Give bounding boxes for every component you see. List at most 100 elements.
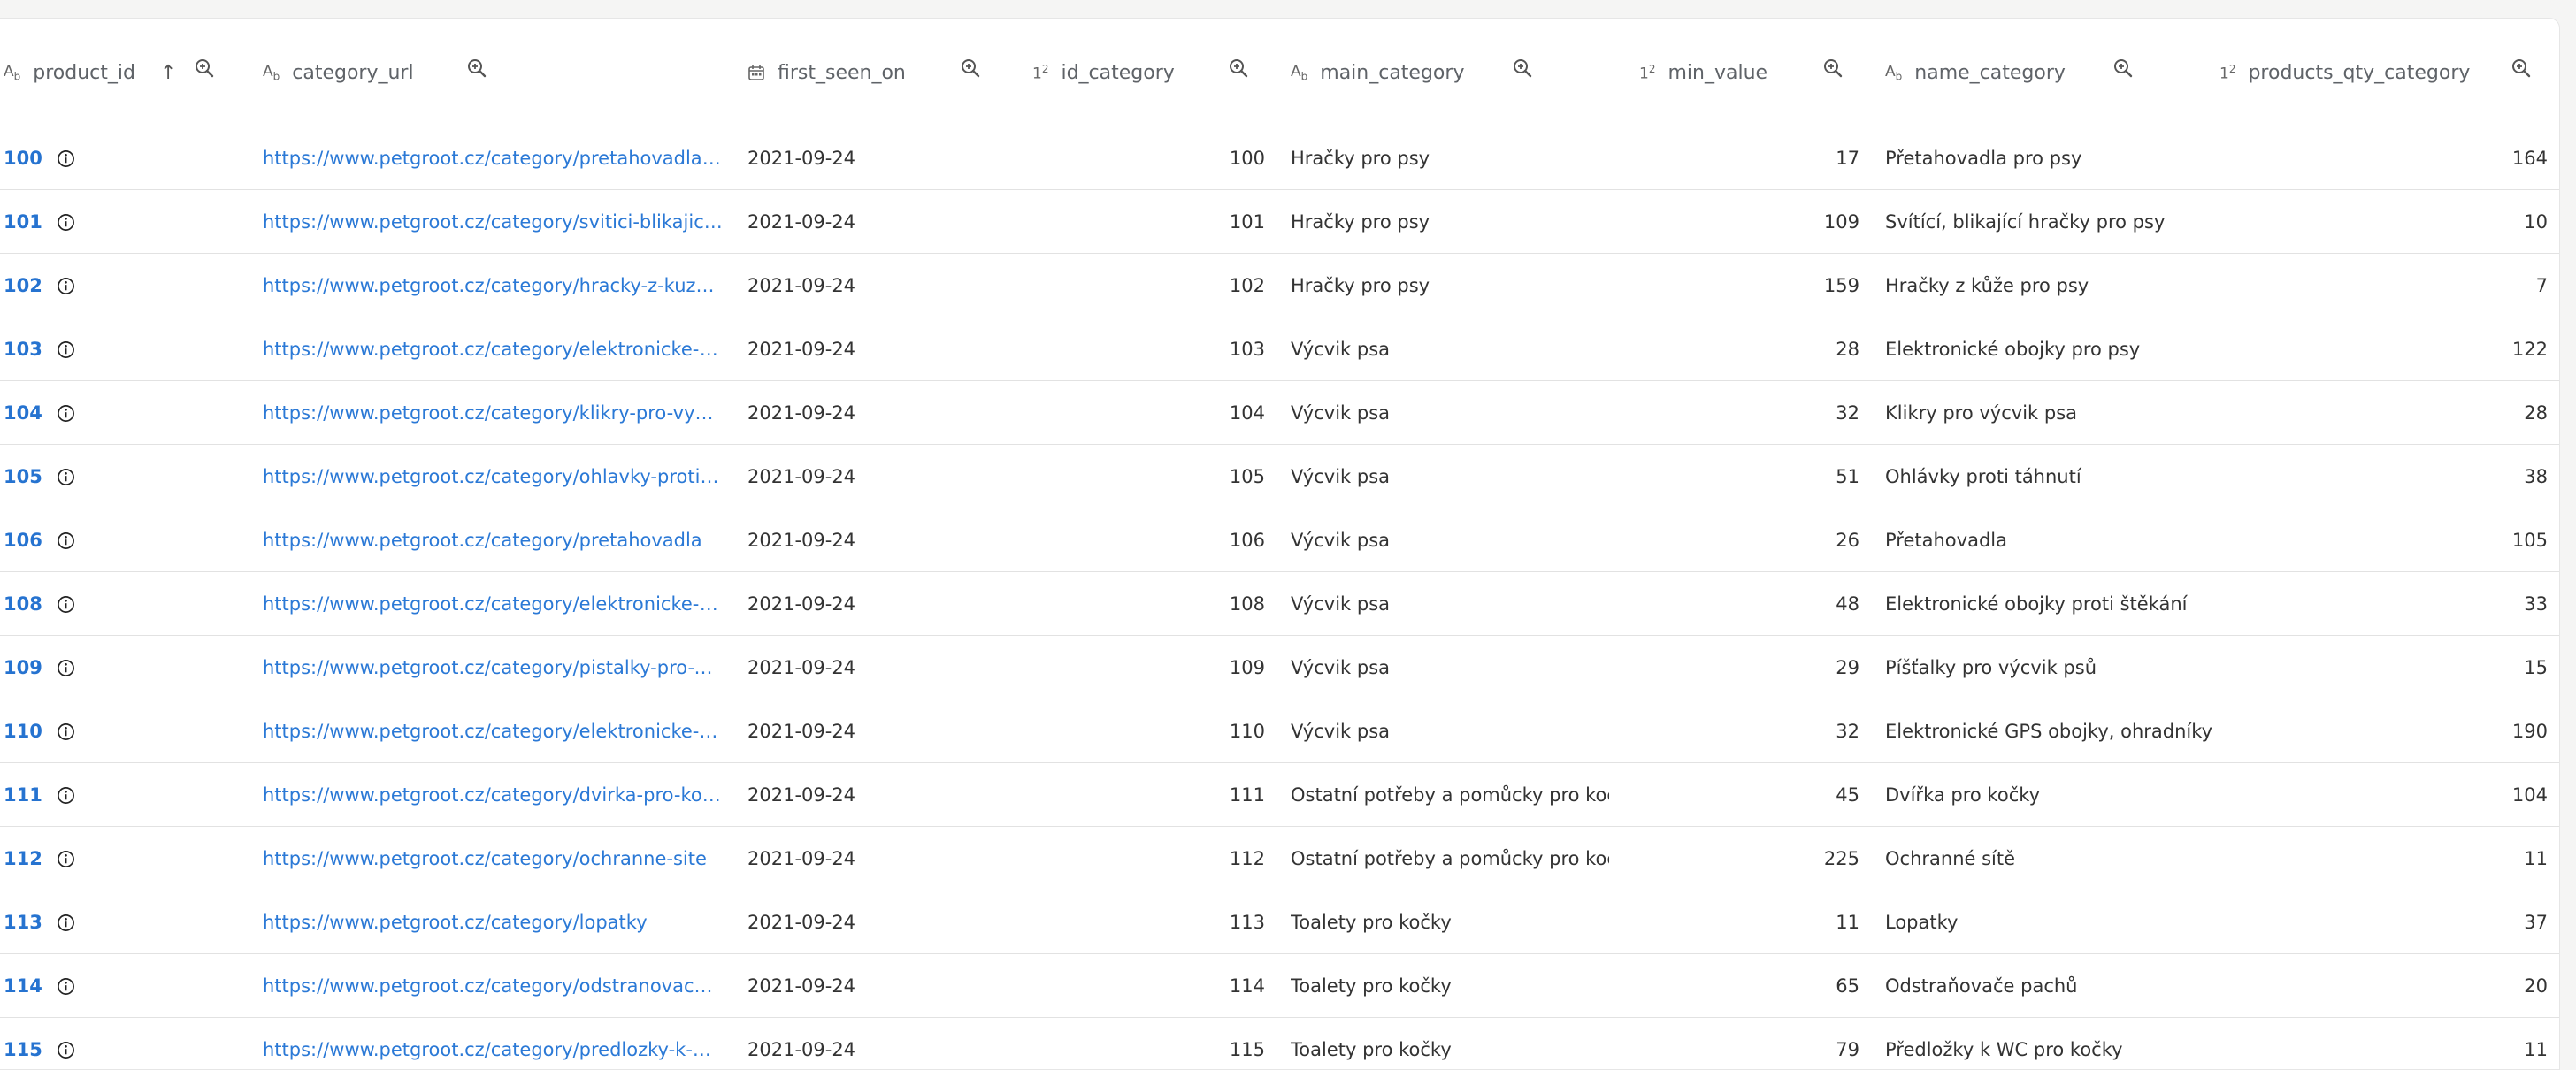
info-icon[interactable] (57, 340, 75, 359)
table-row[interactable]: 114 https://www.petgroot.cz/category/odst… (0, 954, 2559, 1018)
table-row[interactable]: 108 https://www.petgroot.cz/category/elek… (0, 572, 2559, 636)
category-url-link[interactable]: https://www.petgroot.cz/category/pretaho… (263, 508, 723, 572)
category-url-link[interactable]: https://www.petgroot.cz/category/lopatky (263, 890, 723, 954)
product-id-cell: 115 (4, 1018, 234, 1069)
column-header-product-id[interactable]: Ab product_id ↑ (4, 19, 176, 126)
table-row[interactable]: 100 https://www.petgroot.cz/category/pret… (0, 126, 2559, 190)
table-row[interactable]: 101 https://www.petgroot.cz/category/svit… (0, 190, 2559, 254)
info-icon[interactable] (57, 913, 75, 932)
column-header-name-category[interactable]: Ab name_category (1885, 19, 2066, 126)
text-type-icon: Ab (4, 62, 21, 83)
first-seen-on-cell: 2021-09-24 (748, 148, 856, 169)
info-icon[interactable] (57, 659, 75, 677)
zoom-in-icon[interactable] (1228, 57, 1249, 79)
first-seen-on-cell: 2021-09-24 (748, 721, 856, 742)
id-category-cell: 104 (1229, 402, 1265, 424)
main-category-cell: Toalety pro kočky (1291, 975, 1452, 997)
min-value-cell: 32 (1836, 402, 1859, 424)
product-id-cell: 106 (4, 508, 234, 572)
min-value-cell: 65 (1836, 975, 1859, 997)
product-id-link[interactable]: 114 (4, 954, 42, 1018)
column-header-first-seen-on[interactable]: first_seen_on (748, 19, 906, 126)
table-row[interactable]: 115 https://www.petgroot.cz/category/pred… (0, 1018, 2559, 1069)
category-url-link[interactable]: https://www.petgroot.cz/category/odstran… (263, 954, 723, 1018)
name-category-cell: Odstraňovače pachů (1885, 975, 2078, 997)
product-id-link[interactable]: 101 (4, 190, 42, 254)
info-icon[interactable] (57, 213, 75, 232)
category-url-link[interactable]: https://www.petgroot.cz/category/elektro… (263, 699, 723, 763)
column-header-min-value[interactable]: 12 min_value (1639, 19, 1767, 126)
category-url-link[interactable]: https://www.petgroot.cz/category/elektro… (263, 572, 723, 636)
table-row[interactable]: 102 https://www.petgroot.cz/category/hrac… (0, 254, 2559, 317)
product-id-link[interactable]: 110 (4, 699, 42, 763)
product-id-cell: 102 (4, 254, 234, 317)
table-row[interactable]: 106 https://www.petgroot.cz/category/pret… (0, 508, 2559, 572)
id-category-cell: 106 (1229, 530, 1265, 551)
product-id-cell: 108 (4, 572, 234, 636)
info-icon[interactable] (57, 786, 75, 805)
product-id-link[interactable]: 104 (4, 381, 42, 445)
category-url-link[interactable]: https://www.petgroot.cz/category/predloz… (263, 1018, 723, 1069)
table-row[interactable]: 113 https://www.petgroot.cz/category/lopa… (0, 890, 2559, 954)
column-header-id-category[interactable]: 12 id_category (1032, 19, 1175, 126)
category-url-link[interactable]: https://www.petgroot.cz/category/ohlavky… (263, 445, 723, 508)
info-icon[interactable] (57, 850, 75, 868)
main-category-cell: Výcvik psa (1291, 466, 1391, 487)
products-qty-category-cell: 7 (2535, 275, 2548, 296)
category-url-link[interactable]: https://www.petgroot.cz/category/pistalk… (263, 636, 723, 699)
category-url-link[interactable]: https://www.petgroot.cz/category/klikry-… (263, 381, 723, 445)
product-id-link[interactable]: 109 (4, 636, 42, 699)
product-id-link[interactable]: 111 (4, 763, 42, 827)
zoom-in-icon[interactable] (194, 57, 215, 79)
zoom-in-icon[interactable] (1822, 57, 1844, 79)
product-id-link[interactable]: 113 (4, 890, 42, 954)
product-id-link[interactable]: 100 (4, 126, 42, 190)
zoom-in-icon[interactable] (466, 57, 487, 79)
info-icon[interactable] (57, 595, 75, 614)
zoom-in-icon[interactable] (1512, 57, 1533, 79)
info-icon[interactable] (57, 531, 75, 550)
info-icon[interactable] (57, 404, 75, 423)
product-id-link[interactable]: 115 (4, 1018, 42, 1069)
category-url-link[interactable]: https://www.petgroot.cz/category/hracky-… (263, 254, 723, 317)
table-row[interactable]: 111 https://www.petgroot.cz/category/dvir… (0, 763, 2559, 827)
zoom-in-icon[interactable] (960, 57, 981, 79)
main-category-cell: Výcvik psa (1291, 402, 1391, 424)
category-url-link[interactable]: https://www.petgroot.cz/category/pretaho… (263, 126, 723, 190)
product-id-cell: 100 (4, 126, 234, 190)
info-icon[interactable] (57, 977, 75, 996)
main-category-cell: Ostatní potřeby a pomůcky pro kočky (1291, 848, 1609, 869)
sort-ascending-icon[interactable]: ↑ (160, 62, 176, 84)
id-category-cell: 103 (1229, 339, 1265, 360)
info-icon[interactable] (57, 149, 75, 168)
info-icon[interactable] (57, 1041, 75, 1059)
product-id-link[interactable]: 106 (4, 508, 42, 572)
table-row[interactable]: 103 https://www.petgroot.cz/category/elek… (0, 317, 2559, 381)
info-icon[interactable] (57, 468, 75, 486)
category-url-link[interactable]: https://www.petgroot.cz/category/ochrann… (263, 827, 723, 890)
zoom-in-icon[interactable] (2511, 57, 2532, 79)
table-row[interactable]: 105 https://www.petgroot.cz/category/ohla… (0, 445, 2559, 508)
column-header-main-category[interactable]: Ab main_category (1291, 19, 1464, 126)
category-url-link[interactable]: https://www.petgroot.cz/category/svitici… (263, 190, 723, 254)
table-row[interactable]: 109 https://www.petgroot.cz/category/pist… (0, 636, 2559, 699)
column-header-products-qty-category[interactable]: 12 products_qty_category (2220, 19, 2470, 126)
product-id-link[interactable]: 108 (4, 572, 42, 636)
product-id-link[interactable]: 105 (4, 445, 42, 508)
table-row[interactable]: 104 https://www.petgroot.cz/category/klik… (0, 381, 2559, 445)
category-url-link[interactable]: https://www.petgroot.cz/category/elektro… (263, 317, 723, 381)
table-row[interactable]: 110 https://www.petgroot.cz/category/elek… (0, 699, 2559, 763)
zoom-in-icon[interactable] (2112, 57, 2134, 79)
info-icon[interactable] (57, 722, 75, 741)
category-url-link[interactable]: https://www.petgroot.cz/category/dvirka-… (263, 763, 723, 827)
table-row[interactable]: 112 https://www.petgroot.cz/category/ochr… (0, 827, 2559, 890)
first-seen-on-cell: 2021-09-24 (748, 912, 856, 933)
product-id-link[interactable]: 112 (4, 827, 42, 890)
column-header-label: products_qty_category (2248, 61, 2471, 84)
product-id-link[interactable]: 103 (4, 317, 42, 381)
column-header-category-url[interactable]: Ab category_url (263, 19, 414, 126)
product-id-link[interactable]: 102 (4, 254, 42, 317)
id-category-cell: 102 (1229, 275, 1265, 296)
info-icon[interactable] (57, 277, 75, 295)
first-seen-on-cell: 2021-09-24 (748, 275, 856, 296)
